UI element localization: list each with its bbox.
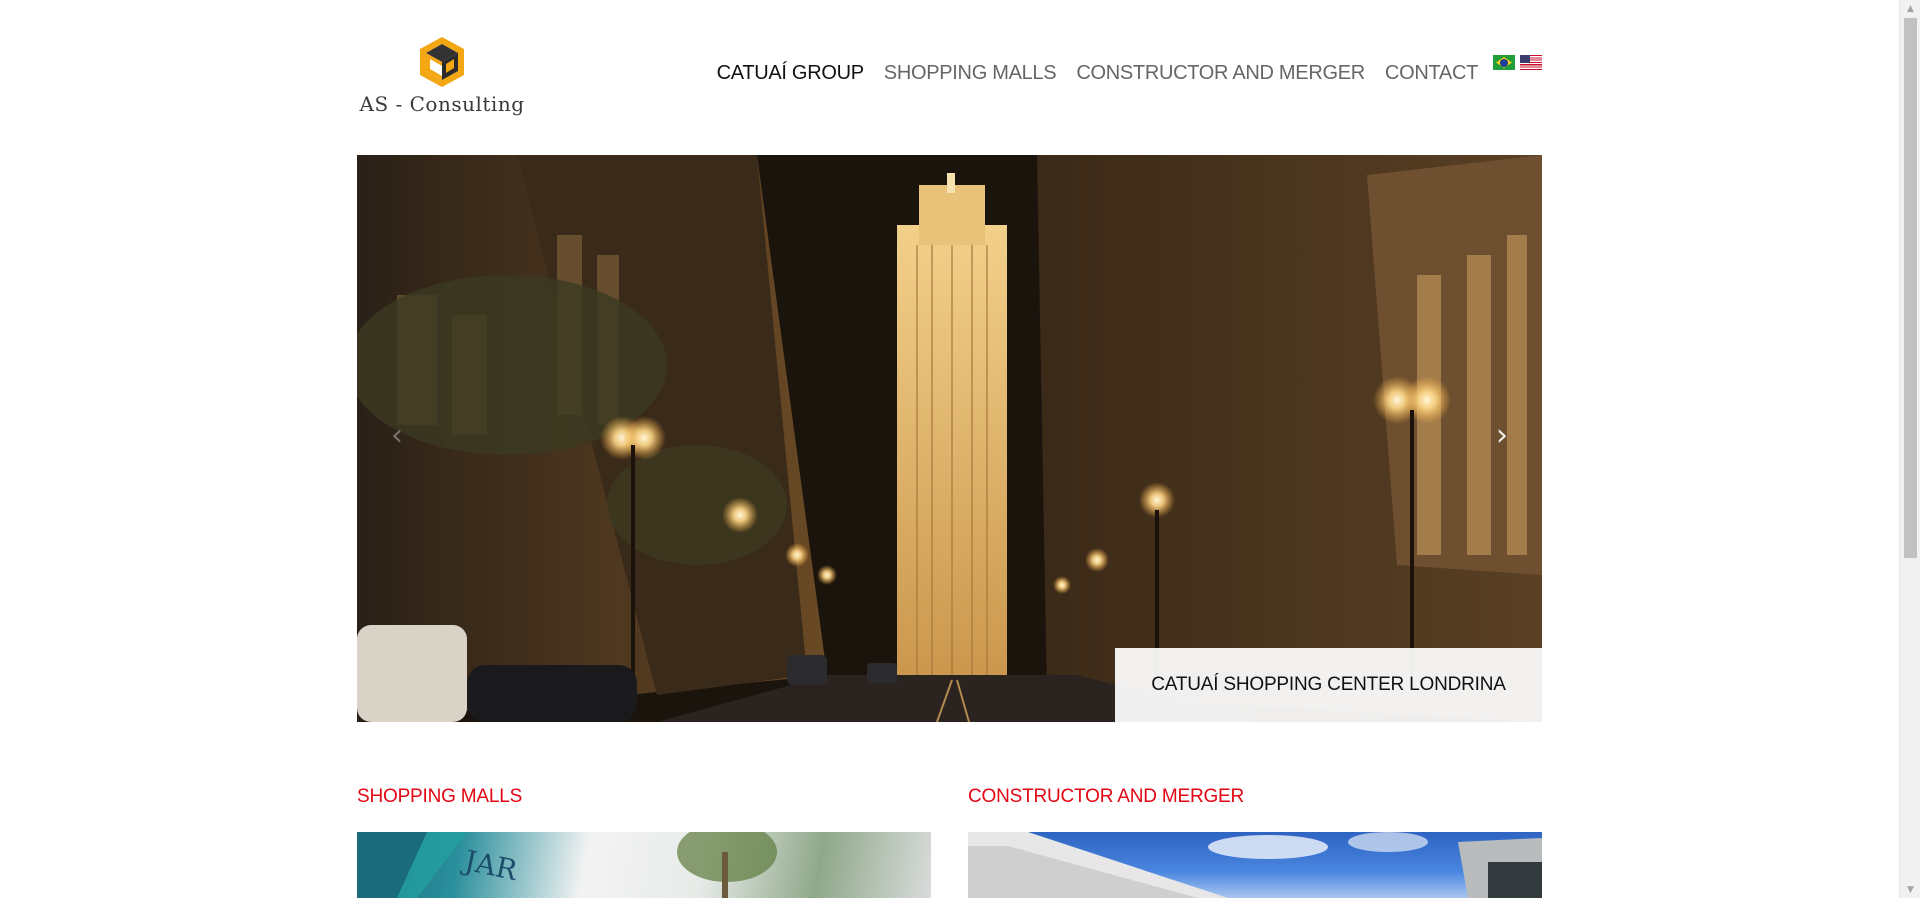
- slide-caption[interactable]: CATUAÍ SHOPPING CENTER LONDRINA: [1115, 648, 1542, 722]
- nav-item-shopping-malls[interactable]: SHOPPING MALLS: [884, 62, 1057, 85]
- vertical-scrollbar[interactable]: ▲ ▼: [1899, 0, 1920, 898]
- constructor-and-merger-image[interactable]: [968, 832, 1542, 898]
- logo-text: AS - Consulting: [359, 92, 525, 116]
- brazil-flag-icon[interactable]: [1493, 55, 1515, 70]
- site-header: AS - Consulting CATUAÍ GROUP SHOPPING MA…: [357, 0, 1542, 155]
- logo[interactable]: AS - Consulting: [357, 35, 527, 120]
- usa-flag-icon[interactable]: [1520, 55, 1542, 70]
- main-nav: CATUAÍ GROUP SHOPPING MALLS CONSTRUCTOR …: [717, 62, 1479, 85]
- building-photo: [968, 832, 1542, 898]
- chevron-right-icon: ›: [1496, 417, 1508, 453]
- nav-item-constructor-and-merger[interactable]: CONSTRUCTOR AND MERGER: [1076, 62, 1365, 85]
- page: AS - Consulting CATUAÍ GROUP SHOPPING MA…: [0, 0, 1920, 898]
- section-title-constructor-and-merger: CONSTRUCTOR AND MERGER: [968, 786, 1245, 807]
- hexagon-logo-icon: [420, 37, 464, 87]
- scroll-down-icon[interactable]: ▼: [1900, 881, 1920, 898]
- scroll-up-icon[interactable]: ▲: [1900, 0, 1920, 17]
- shopping-mall-photo: JAR: [357, 832, 777, 898]
- scrollbar-thumb[interactable]: [1904, 18, 1917, 558]
- svg-text:JAR: JAR: [459, 843, 521, 887]
- hero-slider[interactable]: ‹ › CATUAÍ SHOPPING CENTER LONDRINA: [357, 155, 1542, 722]
- language-switcher: [1493, 55, 1542, 70]
- section-title-shopping-malls: SHOPPING MALLS: [357, 786, 523, 807]
- chevron-left-icon: ‹: [391, 417, 403, 453]
- nav-item-catuai-group[interactable]: CATUAÍ GROUP: [717, 62, 864, 85]
- slider-prev-button[interactable]: ‹: [377, 415, 417, 455]
- slider-next-button[interactable]: ›: [1482, 415, 1522, 455]
- shopping-malls-image[interactable]: JAR: [357, 832, 931, 898]
- nav-item-contact[interactable]: CONTACT: [1385, 62, 1478, 85]
- city-street-night-image: [357, 155, 1542, 722]
